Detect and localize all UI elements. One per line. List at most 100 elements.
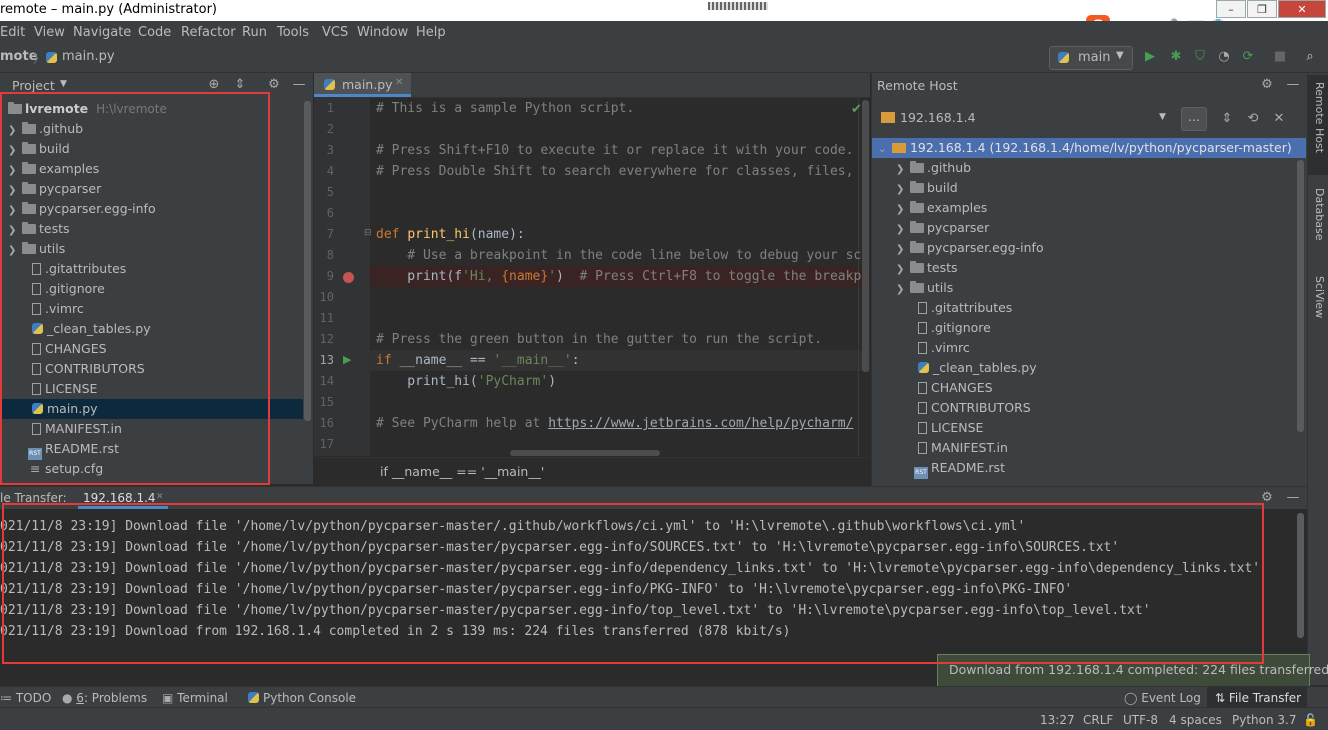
editor-tab-main-py[interactable]: main.py ✕	[314, 73, 411, 97]
tree-file[interactable]: RST README.rst	[28, 439, 119, 460]
menu-code[interactable]: Code	[138, 25, 171, 40]
menu-help[interactable]: Help	[416, 25, 446, 40]
tree-file[interactable]: .gitignore	[32, 279, 105, 299]
remote-tree-folder[interactable]: ❯ .github	[896, 158, 971, 178]
menu-navigate[interactable]: Navigate	[73, 25, 131, 40]
python-console-tab[interactable]: Python Console	[248, 691, 356, 705]
remote-tree-root[interactable]: ⌄ 192.168.1.4 (192.168.1.4/home/lv/pytho…	[878, 138, 1292, 158]
chevron-down-icon[interactable]: ▼	[60, 79, 67, 89]
event-log-tab[interactable]: ◯ Event Log	[1124, 691, 1201, 705]
gear-icon[interactable]: ⚙	[1259, 490, 1275, 506]
remote-tree-folder[interactable]: ❯ utils	[896, 278, 953, 298]
remote-server-selector[interactable]: 192.168.1.4 ▼	[877, 107, 1173, 129]
remote-tree-file[interactable]: .gitattributes	[918, 298, 1012, 318]
indent-setting[interactable]: 4 spaces	[1169, 713, 1222, 727]
caret-position[interactable]: 13:27	[1040, 713, 1075, 727]
log-scrollbar[interactable]	[1297, 513, 1304, 638]
concurrency-icon[interactable]: ⟳	[1240, 49, 1256, 65]
line-separator[interactable]: CRLF	[1083, 713, 1113, 727]
tree-file[interactable]: LICENSE	[32, 379, 97, 399]
breadcrumb-project[interactable]: mote	[0, 49, 38, 64]
tree-folder[interactable]: ❯ pycparser.egg-info	[8, 199, 156, 219]
tree-file[interactable]: ≡ setup.cfg	[30, 459, 103, 479]
remote-tree-file[interactable]: .gitignore	[918, 318, 991, 338]
tree-folder[interactable]: ❯ examples	[8, 159, 99, 179]
project-panel-title[interactable]: Project	[12, 78, 55, 93]
tree-folder[interactable]: ❯ .github	[8, 119, 83, 139]
tree-file[interactable]: _clean_tables.py	[32, 319, 151, 339]
close-window-button[interactable]: ✕	[1278, 0, 1326, 18]
menu-run[interactable]: Run	[242, 25, 267, 40]
terminal-tab[interactable]: ▣ Terminal	[162, 691, 228, 705]
browse-button[interactable]: ...	[1181, 107, 1207, 131]
tree-folder[interactable]: ❯ build	[8, 139, 70, 159]
fold-icon[interactable]: ⊟	[364, 228, 372, 238]
profile-icon[interactable]: ◔	[1216, 49, 1232, 65]
close-icon[interactable]: ✕	[1271, 111, 1287, 127]
title-drag-handle[interactable]	[708, 2, 768, 10]
right-tab-remote-host[interactable]: Remote Host	[1313, 82, 1326, 153]
notification-balloon[interactable]: Download from 192.168.1.4 completed: 224…	[937, 654, 1328, 687]
menu-edit[interactable]: Edit	[0, 25, 25, 40]
python-interpreter[interactable]: Python 3.7	[1232, 713, 1297, 727]
remote-tree-file[interactable]: RST README.rst	[914, 458, 1005, 479]
run-config-selector[interactable]: main ▼	[1049, 46, 1133, 70]
hide-panel-icon[interactable]: —	[1285, 490, 1301, 506]
breakpoint-icon[interactable]	[343, 272, 354, 283]
collapse-all-icon[interactable]: ⇕	[232, 77, 248, 93]
minimize-button[interactable]: –	[1216, 0, 1246, 18]
editor-breadcrumb[interactable]: if __name__ == '__main__'	[380, 464, 544, 479]
menu-refactor[interactable]: Refactor	[181, 25, 236, 40]
run-icon[interactable]: ▶	[1142, 49, 1158, 65]
menu-window[interactable]: Window	[357, 25, 408, 40]
hide-panel-icon[interactable]: —	[291, 77, 307, 93]
maximize-button[interactable]: ❐	[1247, 0, 1277, 18]
remote-tree-file[interactable]: LICENSE	[918, 418, 983, 438]
problems-tab[interactable]: ● 6: Problems	[62, 691, 147, 705]
tree-file[interactable]: CONTRIBUTORS	[32, 359, 145, 379]
remote-tree-file[interactable]: MANIFEST.in	[918, 438, 1008, 458]
tree-folder[interactable]: ❯ pycparser	[8, 179, 101, 199]
tree-folder[interactable]: ❯ tests	[8, 219, 70, 239]
todo-tab[interactable]: ≔ TODO	[0, 691, 51, 705]
remote-tree-file[interactable]: CHANGES	[918, 378, 993, 398]
tree-file[interactable]: .vimrc	[32, 299, 84, 319]
tree-file[interactable]: CHANGES	[32, 339, 107, 359]
menu-vcs[interactable]: VCS	[322, 25, 348, 40]
editor-scrollbar[interactable]	[862, 100, 869, 372]
file-encoding[interactable]: UTF-8	[1123, 713, 1158, 727]
hide-panel-icon[interactable]: —	[1285, 77, 1301, 93]
tree-file[interactable]: MANIFEST.in	[32, 419, 122, 439]
remote-tree-file[interactable]: CONTRIBUTORS	[918, 398, 1031, 418]
remote-tree-file[interactable]: .vimrc	[918, 338, 970, 358]
right-tab-sciview[interactable]: SciView	[1313, 276, 1326, 318]
tree-file-selected[interactable]: main.py	[32, 399, 98, 419]
editor-hscrollbar[interactable]	[510, 450, 660, 456]
tree-root[interactable]: lvremote H:\lvremote	[8, 99, 167, 119]
help-link[interactable]: https://www.jetbrains.com/help/pycharm/	[548, 416, 853, 431]
tree-folder[interactable]: ❯ utils	[8, 239, 65, 259]
file-transfer-tab[interactable]: 192.168.1.4	[83, 491, 156, 505]
file-transfer-bottom-tab[interactable]: ⇅ File Transfer	[1215, 691, 1301, 705]
locate-icon[interactable]: ⊕	[206, 77, 222, 93]
remote-tree-folder[interactable]: ❯ examples	[896, 198, 987, 218]
remote-tree-file[interactable]: _clean_tables.py	[918, 358, 1037, 378]
gear-icon[interactable]: ⚙	[1259, 77, 1275, 93]
search-icon[interactable]: ⌕	[1302, 49, 1318, 65]
remote-tree-folder[interactable]: ❯ build	[896, 178, 958, 198]
debug-icon[interactable]: ✱	[1168, 49, 1184, 65]
collapse-all-icon[interactable]: ⇕	[1219, 111, 1235, 127]
breadcrumb-file[interactable]: main.py	[62, 49, 115, 64]
refresh-icon[interactable]: ⟲	[1245, 111, 1261, 127]
remote-tree-folder[interactable]: ❯ tests	[896, 258, 958, 278]
close-tab-icon[interactable]: ✕	[395, 77, 403, 88]
project-scrollbar[interactable]	[304, 101, 311, 421]
remote-scrollbar[interactable]	[1297, 160, 1304, 432]
stop-icon[interactable]: ■	[1272, 49, 1288, 65]
gear-icon[interactable]: ⚙	[266, 77, 282, 93]
run-gutter-icon[interactable]: ▶	[343, 353, 351, 366]
close-tab-icon[interactable]: ✕	[156, 492, 164, 502]
coverage-icon[interactable]: ⛉	[1192, 49, 1208, 65]
tree-file[interactable]: .gitattributes	[32, 259, 126, 279]
remote-tree-folder[interactable]: ❯ pycparser.egg-info	[896, 238, 1044, 258]
